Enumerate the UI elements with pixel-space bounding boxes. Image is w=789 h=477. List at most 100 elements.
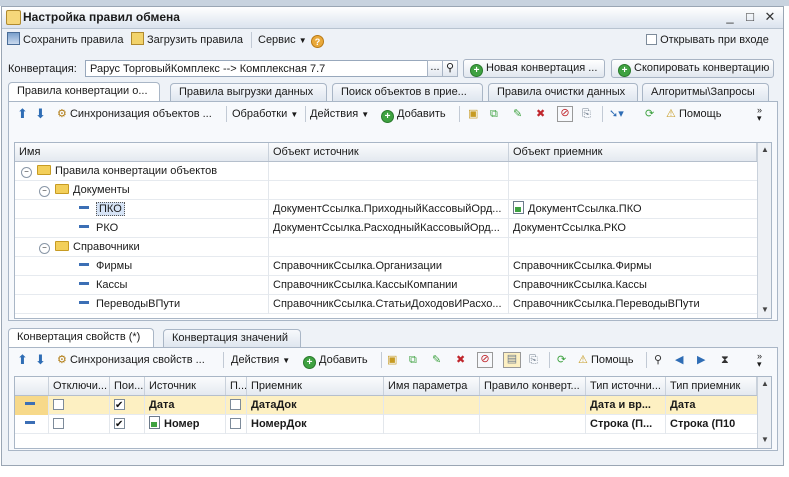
table-row[interactable]: ДатаДатаДокДата и вр...Дата [15,396,757,415]
target-object-cell[interactable]: ДокументСсылка.ПКО [509,200,757,219]
column-source[interactable]: Источник [145,377,226,395]
delete-icon[interactable]: ✖ [456,352,465,368]
checkbox[interactable] [646,34,657,45]
source-cell[interactable]: Дата [145,396,226,415]
target-cell[interactable]: ДатаДок [247,396,384,415]
scroll-up-icon[interactable]: ▲ [761,379,769,388]
row-marker-cell[interactable] [15,415,49,434]
add-folder-icon[interactable]: ▣ [387,352,397,368]
source-cell[interactable]: Номер [145,415,226,434]
rule-name-cell[interactable]: Кассы [15,276,269,295]
collapse-icon[interactable]: − [39,243,50,254]
column-name[interactable]: Имя [15,143,269,161]
source-object-cell[interactable]: СправочникСсылка.СтатьиДоходовИРасхо... [269,295,509,314]
scroll-down-icon[interactable]: ▼ [761,435,769,444]
rule-name-cell[interactable]: − Правила конвертации объектов [15,162,269,181]
tab-object-search[interactable]: Поиск объектов в прие... [332,83,483,101]
tab-conversion-rules[interactable]: Правила конвертации о... [8,82,160,102]
source-type-cell[interactable]: Строка (П... [586,415,666,434]
sync-objects-button[interactable]: ⚙ Синхронизация объектов ... [57,106,212,122]
tab-cleanup-rules[interactable]: Правила очистки данных [488,83,638,101]
table-row[interactable]: − Справочники [15,238,757,257]
tab-algorithms[interactable]: Алгоритмы\Запросы [642,83,769,101]
rule-name-cell[interactable]: ПереводыВПути [15,295,269,314]
target-object-cell[interactable]: СправочникСсылка.ПереводыВПути [509,295,757,314]
arrow-left-icon[interactable]: ◀ [675,352,683,368]
target-object-cell[interactable]: ДокументСсылка.РКО [509,219,757,238]
table-row[interactable]: Номер НомерДок Строка (П...Строка (П10 [15,415,757,434]
rule-name-cell[interactable]: − Документы [15,181,269,200]
processing-menu[interactable]: Обработки ▼ [232,106,298,122]
help-button[interactable]: ? [311,32,327,48]
rule-name-cell[interactable]: − Справочники [15,238,269,257]
scroll-down-icon[interactable]: ▼ [761,305,769,314]
mark-delete-icon[interactable]: ⊘ [477,352,493,368]
rule-name-cell[interactable]: ПКО [15,200,269,219]
p-checkbox[interactable] [230,418,241,429]
save-rules-button[interactable]: Сохранить правила [7,32,123,48]
disabled-checkbox[interactable] [53,399,64,410]
group-icon[interactable]: ▤ [503,352,521,368]
target-object-cell[interactable] [509,162,757,181]
column-p[interactable]: П... [226,377,247,395]
move-down-icon[interactable]: ⬇ [35,106,46,122]
target-object-cell[interactable]: СправочникСсылка.Кассы [509,276,757,295]
help-button[interactable]: ⚠ Помощь [578,352,633,368]
tab-export-rules[interactable]: Правила выгрузки данных [170,83,327,101]
more-icon[interactable]: » ▾ [757,352,762,369]
move-up-icon[interactable]: ⬆ [17,352,28,368]
column-param-name[interactable]: Имя параметра [384,377,480,395]
table-row[interactable]: − Правила конвертации объектов [15,162,757,181]
source-object-cell[interactable] [269,162,509,181]
p-cell[interactable] [226,396,247,415]
refresh-icon[interactable]: ⟳ [557,352,566,368]
column-target[interactable]: Приемник [247,377,384,395]
add-button[interactable]: + Добавить [381,106,446,123]
minimize-icon[interactable]: _ [722,9,738,25]
edit-icon[interactable]: ✎ [432,352,441,368]
search-cell[interactable] [110,396,145,415]
target-type-cell[interactable]: Строка (П10 [666,415,757,434]
column-source-type[interactable]: Тип источни... [586,377,666,395]
close-icon[interactable]: ✕ [762,9,778,25]
column-conversion-rule[interactable]: Правило конверт... [480,377,586,395]
move-up-icon[interactable]: ⬆ [17,106,28,122]
table-row[interactable]: Фирмы СправочникСсылка.Организации Справоч… [15,257,757,276]
search-checkbox[interactable] [114,397,125,415]
actions-menu[interactable]: Действия ▼ [231,352,290,368]
add-folder-icon[interactable]: ▣ [468,106,478,122]
table-row[interactable]: Кассы СправочникСсылка.КассыКомпании Справ… [15,276,757,295]
search-icon[interactable]: ⚲ [654,352,662,368]
source-object-cell[interactable]: ДокументСсылка.ПриходныйКассовыйОрд... [269,200,509,219]
source-object-cell[interactable]: СправочникСсылка.КассыКомпании [269,276,509,295]
search-cell[interactable] [110,415,145,434]
vertical-scrollbar[interactable]: ▲ ▼ [757,377,771,448]
scroll-up-icon[interactable]: ▲ [761,145,769,154]
conversion-rule-cell[interactable] [480,396,586,415]
disabled-checkbox[interactable] [53,418,64,429]
refresh-icon[interactable]: ⟳ [645,106,654,122]
navigate-icon[interactable]: ➘▾ [609,106,624,122]
mark-delete-icon[interactable]: ⊘ [557,106,573,122]
move-to-group-icon[interactable]: ⎘ [582,106,591,122]
table-row[interactable]: РКО ДокументСсылка.РасходныйКассовыйОрд..… [15,219,757,238]
copy-icon[interactable]: ⧉ [409,352,417,368]
param-name-cell[interactable] [384,415,480,434]
disabled-cell[interactable] [49,396,110,415]
help-button[interactable]: ⚠ Помощь [666,106,721,122]
param-name-cell[interactable] [384,396,480,415]
p-cell[interactable] [226,415,247,434]
rule-name-cell[interactable]: РКО [15,219,269,238]
disabled-cell[interactable] [49,415,110,434]
service-menu[interactable]: Сервис ▼ [258,32,307,48]
choose-button[interactable]: ... [427,60,443,77]
edit-icon[interactable]: ✎ [513,106,522,122]
table-row[interactable]: ПКО ДокументСсылка.ПриходныйКассовыйОрд..… [15,200,757,219]
table-row[interactable]: ПереводыВПути СправочникСсылка.СтатьиДохо… [15,295,757,314]
column-target-type[interactable]: Тип приемник [666,377,757,395]
tab-value-conversion[interactable]: Конвертация значений [163,329,301,347]
target-type-cell[interactable]: Дата [666,396,757,415]
table-row[interactable]: − Документы [15,181,757,200]
row-marker-cell[interactable] [15,396,49,415]
hourglass-icon[interactable]: ⧗ [721,352,729,368]
